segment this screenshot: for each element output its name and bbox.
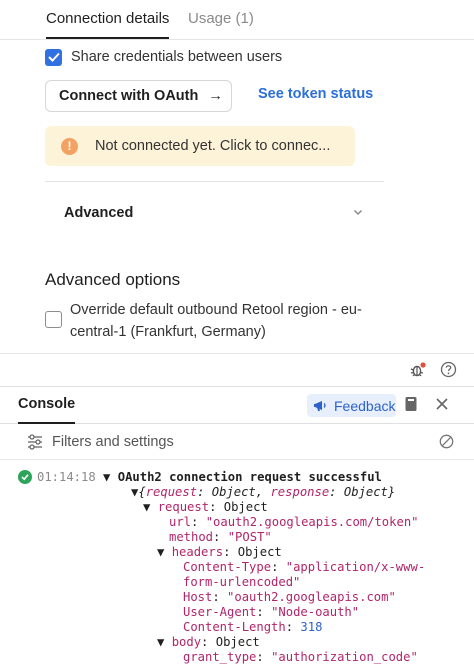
log-timestamp: 01:14:18	[37, 470, 96, 484]
debug-toolbar	[0, 353, 474, 386]
megaphone-icon	[314, 400, 326, 411]
help-icon[interactable]	[440, 361, 457, 378]
arrow-right-icon: →	[208, 88, 223, 104]
advanced-options-title: Advanced options	[45, 270, 181, 289]
book-icon[interactable]	[404, 396, 418, 412]
share-credentials-label: Share credentials between users	[71, 49, 283, 65]
log-url: url: "oauth2.googleapis.com/token"	[169, 515, 419, 529]
details-tabs: Connection details Usage (1)	[0, 0, 474, 40]
log-content-length: Content-Length: 318	[183, 620, 323, 634]
expand-triangle-icon: ▼	[143, 500, 151, 514]
not-connected-warning[interactable]: ! Not connected yet. Click to connec...	[45, 126, 355, 166]
advanced-section-toggle[interactable]: Advanced	[45, 181, 384, 246]
filters-settings-row[interactable]: Filters and settings	[0, 424, 474, 460]
filters-icon	[28, 434, 42, 450]
share-credentials-checkbox[interactable]	[45, 48, 62, 66]
console-header: Console Feedback	[0, 386, 474, 424]
tab-console[interactable]: Console	[18, 396, 76, 424]
warning-icon: !	[61, 137, 78, 155]
log-headers-node[interactable]: ▼ headers: Object	[157, 545, 282, 560]
expand-triangle-icon: ▼	[157, 545, 165, 559]
log-body-node[interactable]: ▼ body: Object	[157, 635, 260, 650]
log-host: Host: "oauth2.googleapis.com"	[183, 590, 396, 604]
bug-icon[interactable]	[409, 361, 427, 379]
feedback-label: Feedback	[334, 397, 396, 414]
share-credentials-row: Share credentials between users	[45, 47, 282, 67]
chevron-down-icon	[353, 209, 363, 216]
checkmark-icon	[47, 52, 60, 62]
log-entry-header[interactable]: 01:14:18 ▼ OAuth2 connection request suc…	[37, 470, 382, 485]
clear-console-icon[interactable]	[439, 434, 454, 449]
see-token-status-link[interactable]: See token status	[258, 86, 373, 102]
console-log: 01:14:18 ▼ OAuth2 connection request suc…	[0, 460, 474, 665]
expand-triangle-icon: ▼	[157, 635, 165, 649]
log-title: OAuth2 connection request successful	[117, 470, 382, 484]
tab-connection-details[interactable]: Connection details	[46, 8, 170, 39]
expand-triangle-icon: ▼	[103, 470, 111, 484]
log-request-node[interactable]: ▼ request: Object	[143, 500, 268, 515]
advanced-label: Advanced	[64, 205, 134, 221]
close-icon[interactable]	[435, 397, 449, 411]
log-method: method: "POST"	[169, 530, 272, 544]
log-user-agent: User-Agent: "Node-oauth"	[183, 605, 360, 619]
log-grant-type: grant_type: "authorization_code"	[183, 650, 418, 664]
connect-oauth-button[interactable]: Connect with OAuth →	[45, 80, 232, 112]
feedback-button[interactable]: Feedback	[307, 394, 396, 417]
warning-text: Not connected yet. Click to connec...	[95, 138, 331, 154]
log-content-type: Content-Type: "application/x-www-	[183, 560, 426, 574]
tab-usage[interactable]: Usage (1)	[188, 8, 254, 39]
log-content-type-cont: form-urlencoded"	[183, 575, 301, 589]
filters-label: Filters and settings	[52, 434, 174, 450]
connect-oauth-label: Connect with OAuth	[59, 88, 199, 104]
override-region-label: Override default outbound Retool region …	[70, 302, 362, 340]
override-region-checkbox[interactable]	[45, 311, 62, 328]
log-summary[interactable]: ▼{request: Object, response: Object}	[131, 485, 395, 500]
